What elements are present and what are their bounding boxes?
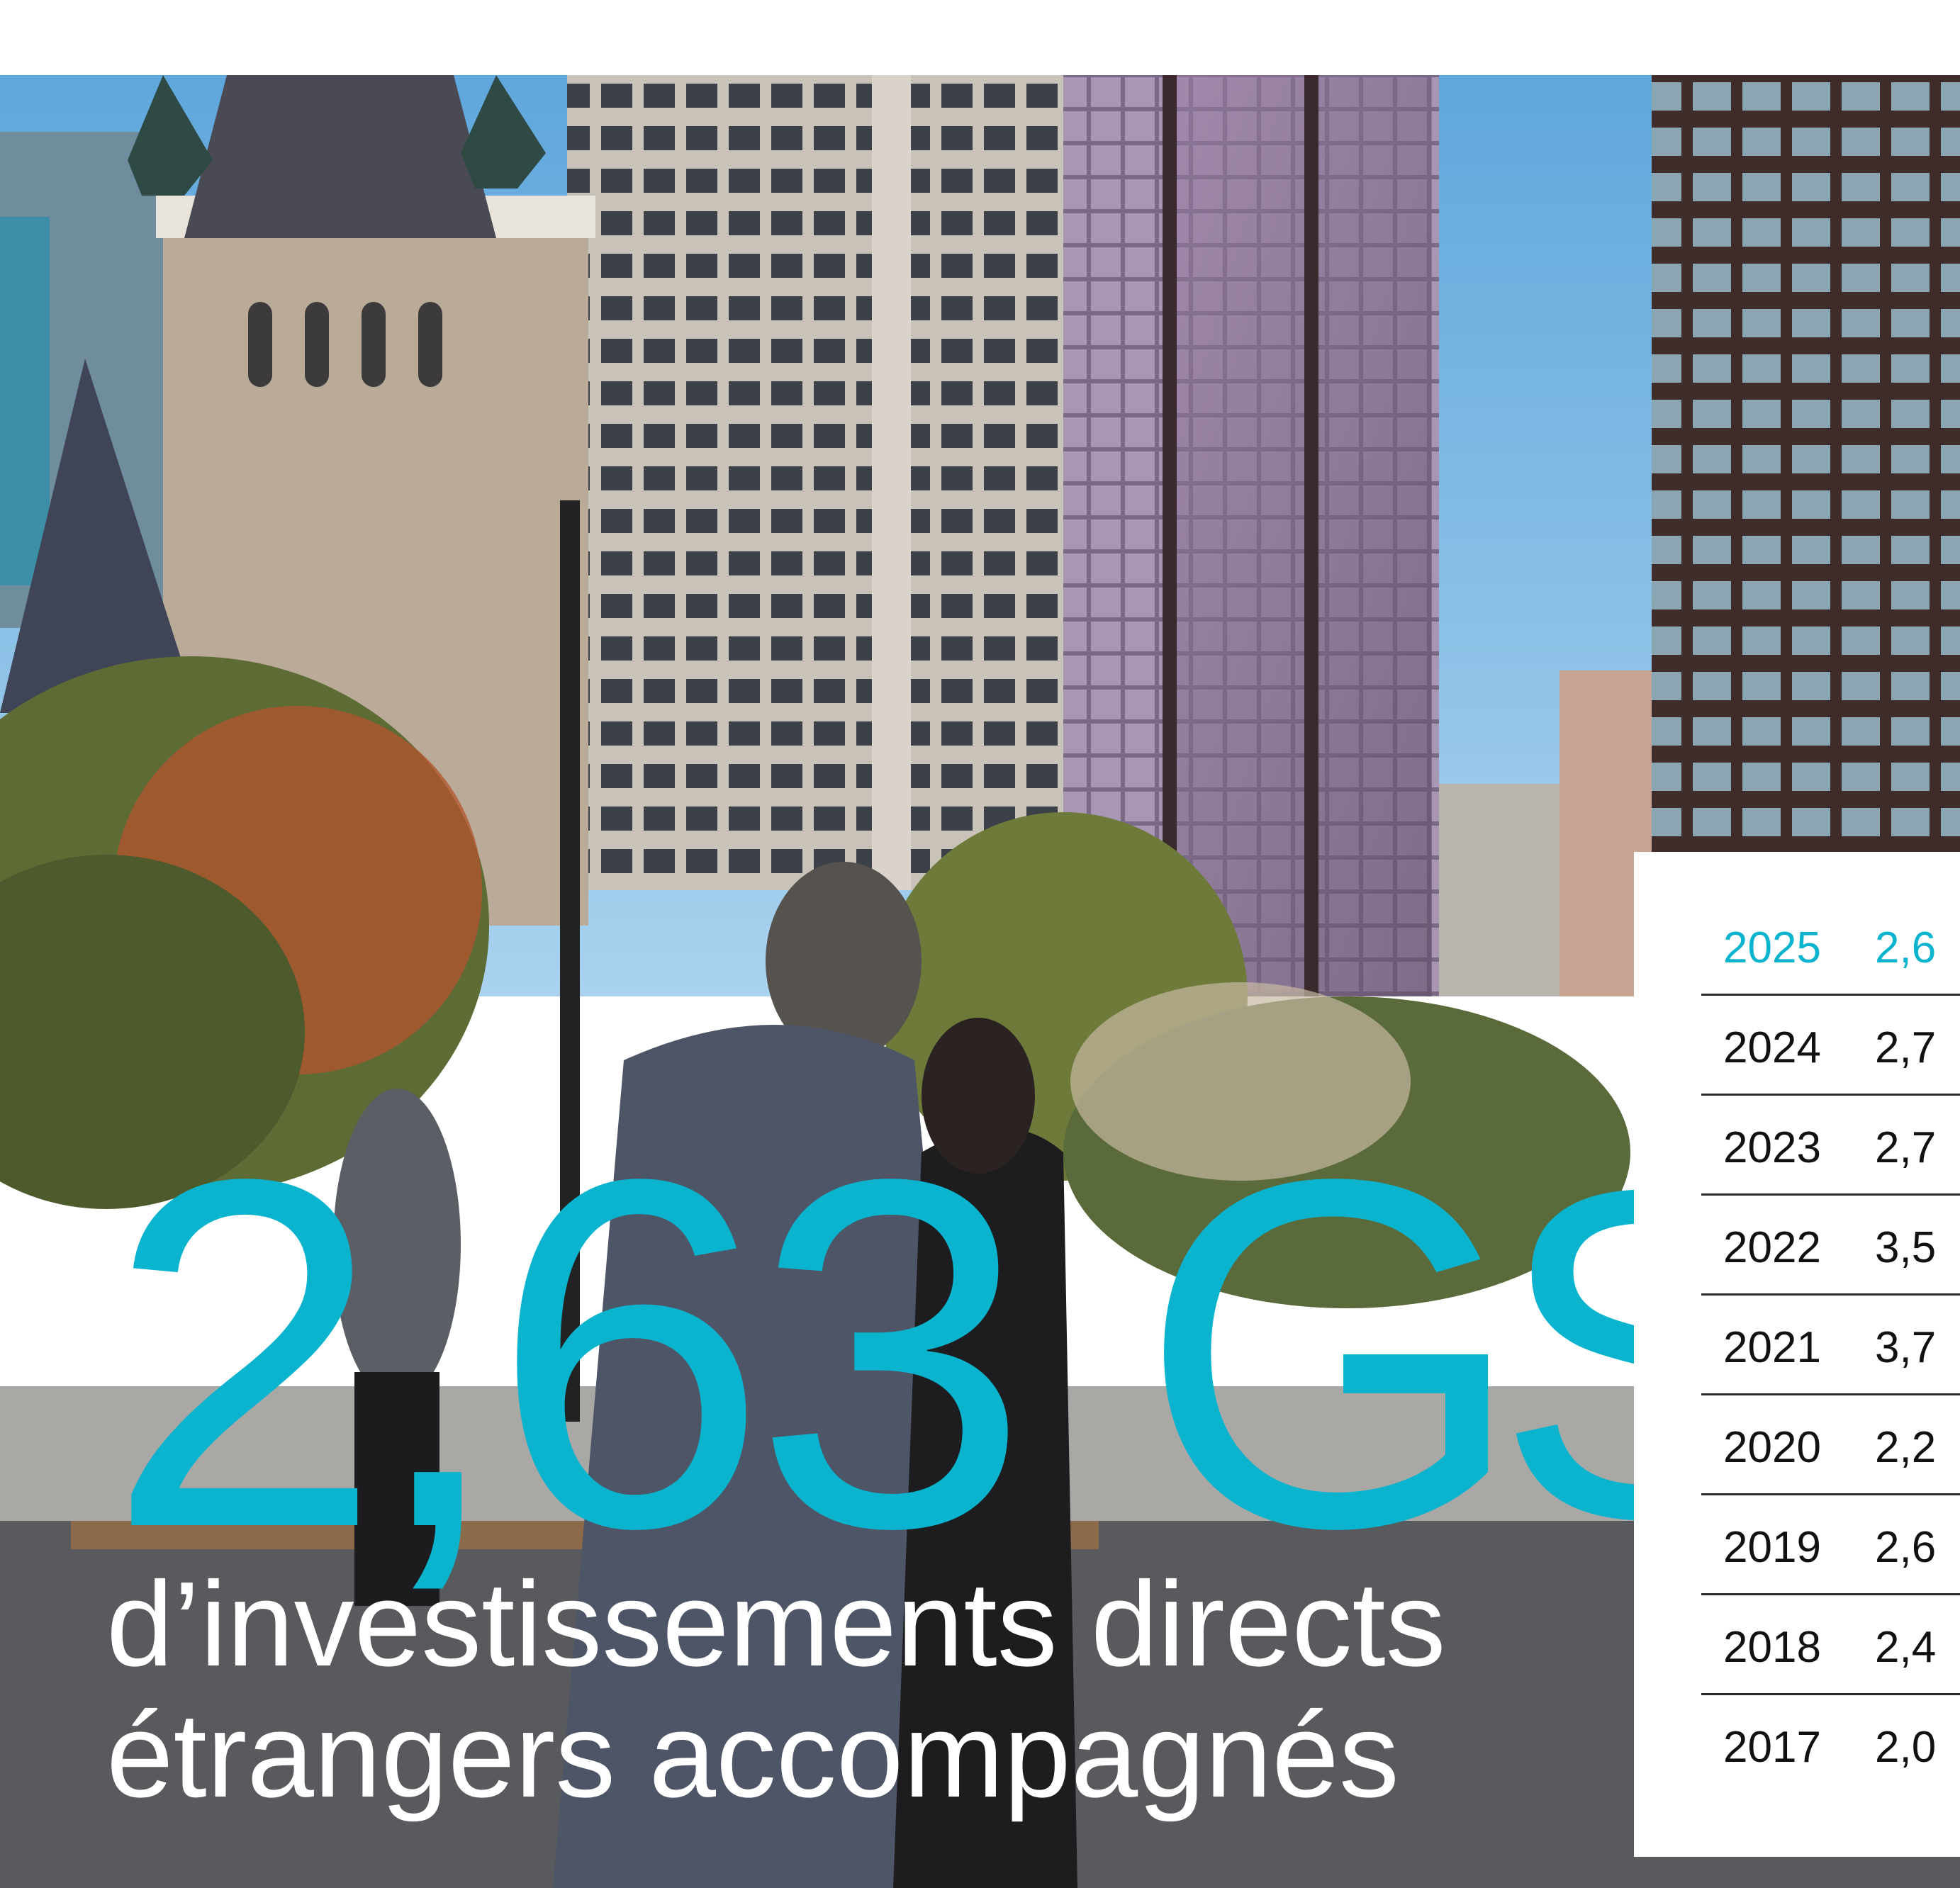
row-value: 3,5: [1875, 1223, 1937, 1272]
yearly-investment-table: 2025 2,6 2024 2,7 2023 2,7 2022 3,5 2021…: [1634, 852, 1960, 1857]
table-row: 2017 2,0: [1701, 1695, 1960, 1795]
table-row: 2025 2,6: [1701, 896, 1960, 996]
row-year: 2024: [1723, 1023, 1821, 1072]
row-value: 3,7: [1875, 1323, 1937, 1372]
row-value: 2,7: [1875, 1123, 1937, 1172]
row-year: 2025: [1723, 923, 1821, 972]
caption-line-1: d’investissements directs: [106, 1557, 1446, 1692]
table-row: 2018 2,4: [1701, 1595, 1960, 1695]
table-row: 2021 3,7: [1701, 1296, 1960, 1395]
table-row: 2020 2,2: [1701, 1395, 1960, 1495]
row-value: 2,4: [1875, 1623, 1937, 1672]
row-value: 2,2: [1875, 1423, 1937, 1472]
table-row: 2022 3,5: [1701, 1196, 1960, 1296]
row-value: 2,6: [1875, 1523, 1937, 1572]
row-year: 2022: [1723, 1223, 1821, 1272]
table-row: 2023 2,7: [1701, 1096, 1960, 1196]
caption-line-2: étrangers accompagnés: [106, 1688, 1399, 1824]
row-year: 2018: [1723, 1623, 1821, 1672]
row-year: 2021: [1723, 1323, 1821, 1372]
row-year: 2020: [1723, 1423, 1821, 1472]
row-year: 2023: [1723, 1123, 1821, 1172]
row-value: 2,6: [1875, 923, 1937, 972]
row-value: 2,7: [1875, 1023, 1937, 1072]
table-row: 2024 2,7: [1701, 996, 1960, 1096]
row-value: 2,0: [1875, 1723, 1937, 1772]
row-year: 2017: [1723, 1723, 1821, 1772]
headline-amount: 2,63 G$: [106, 1077, 1787, 1631]
headline-caption: d’investissements directs étrangers acco…: [106, 1557, 1446, 1824]
table-row: 2019 2,6: [1701, 1495, 1960, 1595]
row-year: 2019: [1723, 1523, 1821, 1572]
